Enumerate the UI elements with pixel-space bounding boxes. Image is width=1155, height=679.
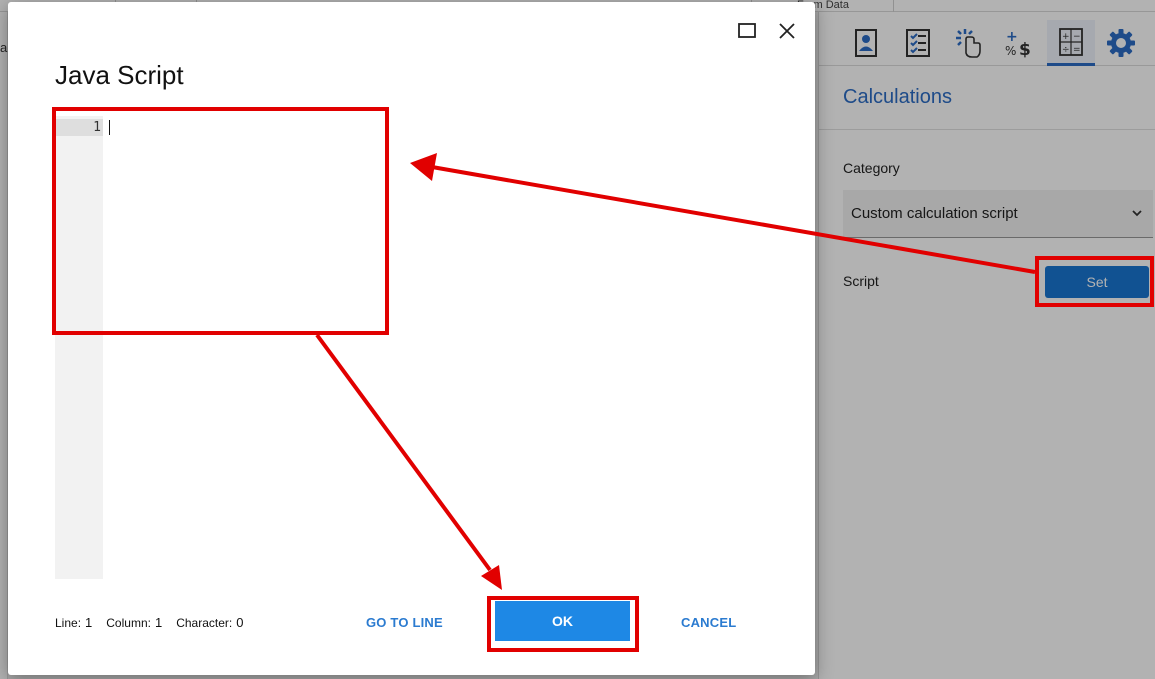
javascript-dialog: Java Script 1 Line: 1 Column: 1 Character:… (8, 2, 815, 675)
editor-highlight-box (52, 107, 389, 335)
cancel-button[interactable]: CANCEL (681, 610, 736, 634)
status-character-value: 0 (236, 615, 244, 630)
status-line-value: 1 (85, 615, 93, 630)
editor-status: Line: 1 Column: 1 Character: 0 (55, 615, 243, 630)
status-line-label: Line: (55, 616, 82, 630)
ok-highlight-box (487, 596, 639, 652)
status-column: Column: 1 (106, 615, 162, 630)
status-column-value: 1 (154, 615, 163, 630)
set-highlight-box (1035, 256, 1154, 307)
dialog-title: Java Script (55, 60, 184, 90)
status-line: Line: 1 (55, 615, 92, 630)
status-character: Character: 0 (176, 615, 243, 630)
maximize-icon[interactable] (738, 23, 756, 39)
status-character-label: Character: (176, 616, 233, 630)
close-icon[interactable] (778, 22, 796, 40)
status-column-label: Column: (106, 616, 151, 630)
go-to-line-button[interactable]: GO TO LINE (366, 610, 443, 634)
